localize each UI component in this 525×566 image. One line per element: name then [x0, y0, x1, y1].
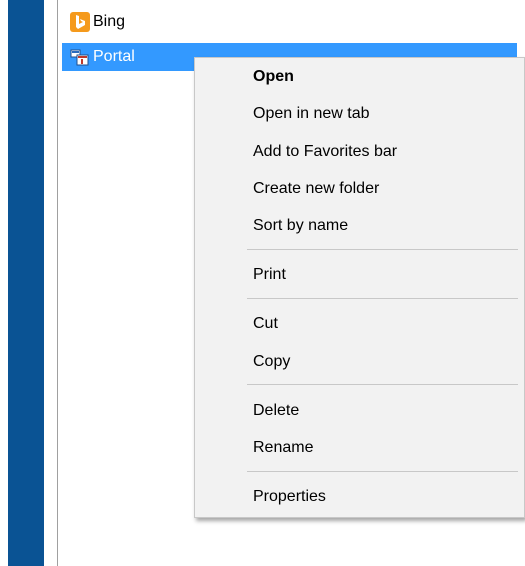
menu-item-cut[interactable]: Cut [253, 309, 513, 339]
menu-item-add-to-favorites-bar[interactable]: Add to Favorites bar [253, 137, 513, 167]
menu-item-open-in-new-tab[interactable]: Open in new tab [253, 99, 513, 129]
favorite-item-label: Portal [93, 48, 135, 65]
menu-item-open[interactable]: Open [253, 62, 513, 92]
favorite-item-bing[interactable]: Bing [62, 8, 262, 36]
menu-separator [247, 249, 518, 250]
menu-separator [247, 384, 518, 385]
menu-item-rename[interactable]: Rename [253, 433, 513, 463]
sidebar-rail [8, 0, 44, 566]
sidebar-gap [44, 0, 58, 566]
window-left-edge [0, 0, 8, 566]
menu-separator [247, 471, 518, 472]
menu-item-delete[interactable]: Delete [253, 396, 513, 426]
menu-item-sort-by-name[interactable]: Sort by name [253, 211, 513, 241]
menu-item-copy[interactable]: Copy [253, 347, 513, 377]
context-menu: Open Open in new tab Add to Favorites ba… [194, 57, 525, 518]
portal-page-icon [70, 47, 90, 67]
bing-icon [70, 12, 90, 32]
favorite-item-label: Bing [93, 13, 126, 30]
menu-item-properties[interactable]: Properties [253, 482, 513, 512]
menu-separator [247, 298, 518, 299]
menu-item-print[interactable]: Print [253, 260, 513, 290]
menu-item-create-new-folder[interactable]: Create new folder [253, 174, 513, 204]
